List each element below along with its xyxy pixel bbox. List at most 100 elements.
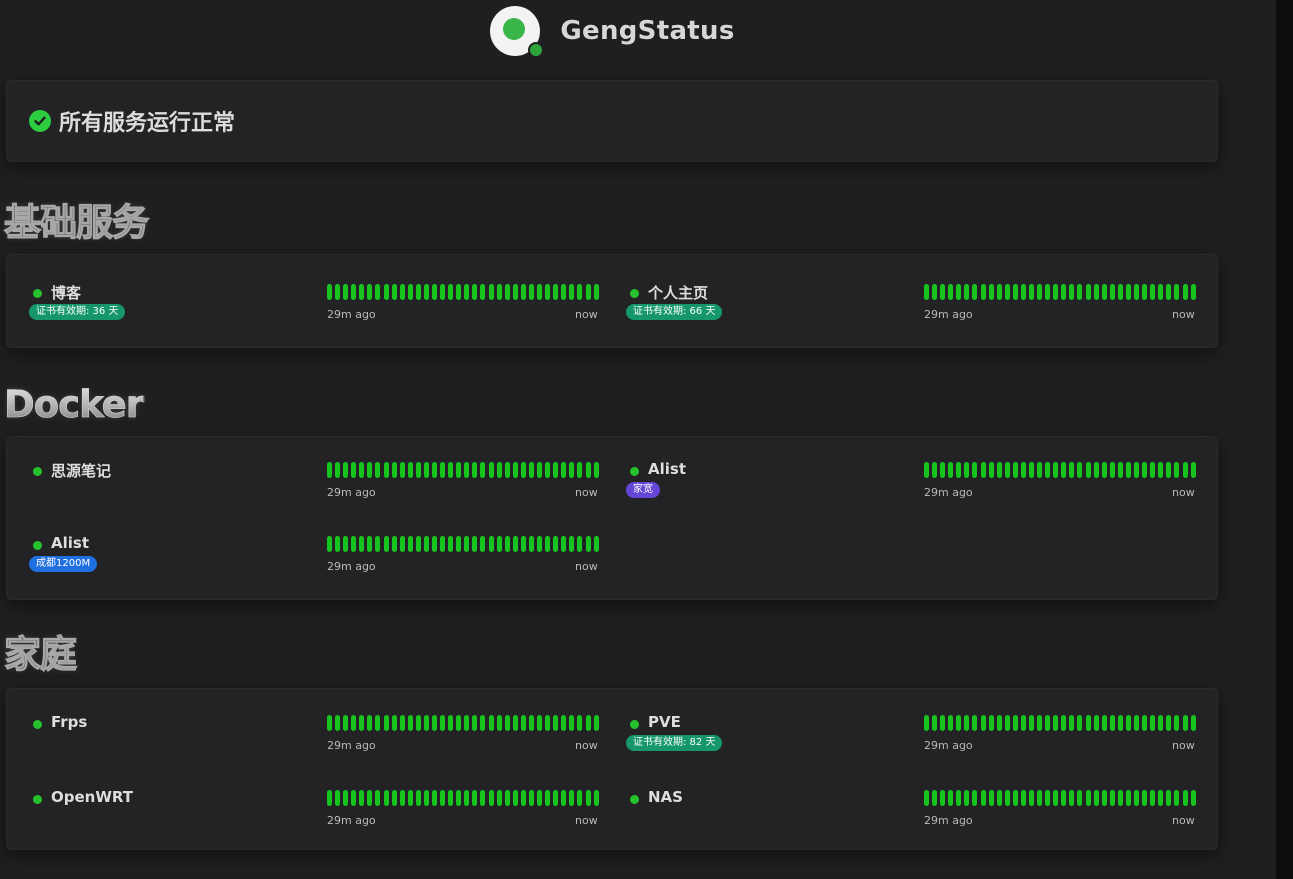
monitor-item[interactable]: 个人主页 证书有效期: 66 天 29m ago now xyxy=(604,280,1196,340)
monitor-name[interactable]: 个人主页 xyxy=(648,282,708,303)
heartbeat-tick[interactable] xyxy=(1182,284,1188,300)
heartbeat-tick[interactable] xyxy=(1182,715,1188,731)
heartbeat-tick[interactable] xyxy=(399,790,405,806)
heartbeat-tick[interactable] xyxy=(488,462,494,478)
heartbeat-tick[interactable] xyxy=(415,462,421,478)
heartbeat-tick[interactable] xyxy=(585,536,591,552)
heartbeat-tick[interactable] xyxy=(327,462,332,478)
heartbeat-tick[interactable] xyxy=(1158,462,1164,478)
heartbeat-tick[interactable] xyxy=(585,462,591,478)
heartbeat-tick[interactable] xyxy=(1134,462,1140,478)
heartbeat-tick[interactable] xyxy=(488,715,494,731)
heartbeat-tick[interactable] xyxy=(448,462,454,478)
heartbeat-tick[interactable] xyxy=(1158,790,1164,806)
heartbeat-tick[interactable] xyxy=(932,284,938,300)
heartbeat-tick[interactable] xyxy=(504,284,510,300)
heartbeat-tick[interactable] xyxy=(593,715,599,731)
heartbeat-tick[interactable] xyxy=(545,462,551,478)
heartbeat-tick[interactable] xyxy=(423,284,429,300)
monitor-name[interactable]: 思源笔记 xyxy=(51,460,111,481)
heartbeat-tick[interactable] xyxy=(1117,790,1123,806)
heartbeat-tick[interactable] xyxy=(1166,715,1172,731)
heartbeat-tick[interactable] xyxy=(593,462,599,478)
heartbeat-tick[interactable] xyxy=(1190,790,1196,806)
heartbeat-tick[interactable] xyxy=(1077,462,1083,478)
heartbeat-tick[interactable] xyxy=(1045,715,1051,731)
heartbeat-tick[interactable] xyxy=(432,462,438,478)
heartbeat-tick[interactable] xyxy=(1053,462,1059,478)
heartbeat-tick[interactable] xyxy=(488,284,494,300)
heartbeat-tick[interactable] xyxy=(553,536,559,552)
heartbeat-tick[interactable] xyxy=(456,790,462,806)
heartbeat-tick[interactable] xyxy=(1037,462,1043,478)
heartbeat-tick[interactable] xyxy=(593,284,599,300)
heartbeat-tick[interactable] xyxy=(1085,284,1091,300)
heartbeat-tick[interactable] xyxy=(383,462,389,478)
heartbeat-tick[interactable] xyxy=(1109,284,1115,300)
heartbeat-tick[interactable] xyxy=(432,715,438,731)
heartbeat-tick[interactable] xyxy=(1150,462,1156,478)
heartbeat-tick[interactable] xyxy=(1150,284,1156,300)
heartbeat-tick[interactable] xyxy=(456,462,462,478)
heartbeat-tick[interactable] xyxy=(569,715,575,731)
heartbeat-tick[interactable] xyxy=(351,536,357,552)
heartbeat-tick[interactable] xyxy=(423,790,429,806)
heartbeat-tick[interactable] xyxy=(545,536,551,552)
heartbeat-tick[interactable] xyxy=(343,790,349,806)
monitor-name[interactable]: Alist xyxy=(51,534,89,552)
heartbeat-tick[interactable] xyxy=(561,536,567,552)
heartbeat-tick[interactable] xyxy=(399,284,405,300)
heartbeat-tick[interactable] xyxy=(528,284,534,300)
heartbeat-tick[interactable] xyxy=(1004,715,1010,731)
heartbeat-tick[interactable] xyxy=(964,790,970,806)
heartbeat-tick[interactable] xyxy=(407,715,413,731)
heartbeat-tick[interactable] xyxy=(553,715,559,731)
heartbeat-tick[interactable] xyxy=(940,715,946,731)
heartbeat-tick[interactable] xyxy=(1093,715,1099,731)
heartbeat-tick[interactable] xyxy=(1085,715,1091,731)
heartbeat-tick[interactable] xyxy=(940,284,946,300)
heartbeat-tick[interactable] xyxy=(1069,715,1075,731)
heartbeat-tick[interactable] xyxy=(593,536,599,552)
heartbeat-tick[interactable] xyxy=(1150,790,1156,806)
heartbeat-tick[interactable] xyxy=(1045,462,1051,478)
monitor-item[interactable]: PVE 证书有效期: 82 天 29m ago now xyxy=(604,711,1196,771)
heartbeat-tick[interactable] xyxy=(1166,790,1172,806)
heartbeat-tick[interactable] xyxy=(480,536,486,552)
heartbeat-tick[interactable] xyxy=(343,536,349,552)
monitor-name[interactable]: NAS xyxy=(648,788,683,806)
monitor-item[interactable]: 博客 证书有效期: 36 天 29m ago now xyxy=(7,280,599,340)
heartbeat-tick[interactable] xyxy=(569,790,575,806)
heartbeat-tick[interactable] xyxy=(1182,462,1188,478)
heartbeat-tick[interactable] xyxy=(1117,715,1123,731)
heartbeat-tick[interactable] xyxy=(335,462,341,478)
heartbeat-tick[interactable] xyxy=(1012,790,1018,806)
heartbeat-tick[interactable] xyxy=(432,536,438,552)
heartbeat-tick[interactable] xyxy=(1029,284,1035,300)
heartbeat-tick[interactable] xyxy=(448,790,454,806)
heartbeat-tick[interactable] xyxy=(440,284,446,300)
heartbeat-tick[interactable] xyxy=(520,284,526,300)
heartbeat-tick[interactable] xyxy=(1142,462,1148,478)
heartbeat-tick[interactable] xyxy=(569,536,575,552)
heartbeat-tick[interactable] xyxy=(456,715,462,731)
heartbeat-tick[interactable] xyxy=(1158,715,1164,731)
heartbeat-tick[interactable] xyxy=(1020,715,1026,731)
heartbeat-tick[interactable] xyxy=(1029,790,1035,806)
heartbeat-tick[interactable] xyxy=(407,284,413,300)
heartbeat-tick[interactable] xyxy=(1012,462,1018,478)
heartbeat-tick[interactable] xyxy=(1077,715,1083,731)
heartbeat-tick[interactable] xyxy=(561,715,567,731)
heartbeat-tick[interactable] xyxy=(948,715,954,731)
heartbeat-tick[interactable] xyxy=(1166,284,1172,300)
heartbeat-tick[interactable] xyxy=(367,715,373,731)
heartbeat-tick[interactable] xyxy=(545,715,551,731)
heartbeat-tick[interactable] xyxy=(956,715,962,731)
monitor-item[interactable]: NAS 29m ago now xyxy=(604,786,1196,846)
heartbeat-tick[interactable] xyxy=(1101,284,1107,300)
heartbeat-tick[interactable] xyxy=(988,790,994,806)
heartbeat-tick[interactable] xyxy=(1093,284,1099,300)
heartbeat-tick[interactable] xyxy=(423,715,429,731)
heartbeat-tick[interactable] xyxy=(585,790,591,806)
heartbeat-tick[interactable] xyxy=(359,284,365,300)
